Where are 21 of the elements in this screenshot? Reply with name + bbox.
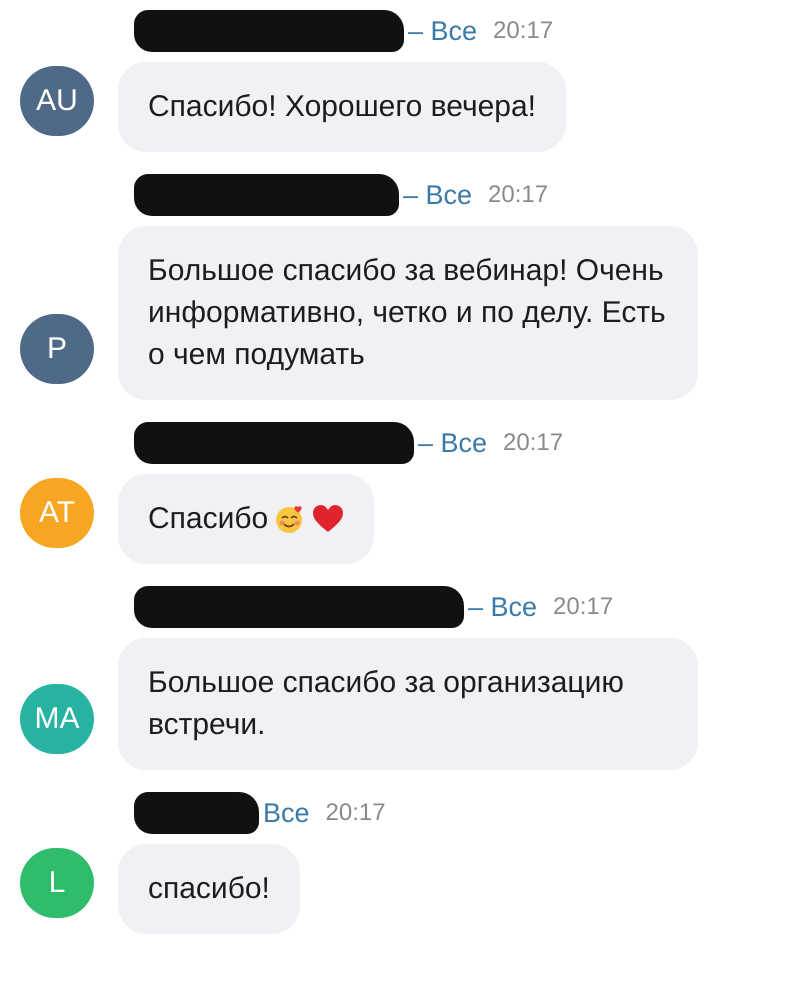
message-text: Большое спасибо за вебинар! Очень информативно, четко и по делу. Есть о чем подумать [148,253,667,373]
timestamp: 20:17 [488,181,548,209]
avatar: AU [20,66,94,136]
timestamp: 20:17 [326,799,386,827]
audience-link[interactable]: – Все [468,592,538,622]
timestamp: 20:17 [553,593,614,621]
message-text: спасибо! [148,871,270,907]
avatar: AT [20,478,94,548]
message-text: Спасибо [148,501,268,537]
audience-link[interactable]: Все [263,798,310,828]
timestamp: 20:17 [503,429,564,457]
message-text: Спасибо! Хорошего вечера! [148,89,536,125]
audience-link[interactable]: – Все [418,428,488,458]
avatar: MA [20,684,94,754]
avatar: P [20,314,94,384]
message-text: Большое спасибо за организацию встречи. [148,665,625,743]
heart-icon [312,504,344,534]
audience-link[interactable]: – Все [408,16,478,46]
timestamp: 20:17 [493,17,554,45]
audience-link[interactable]: – Все [403,180,472,210]
avatar: L [20,848,94,918]
